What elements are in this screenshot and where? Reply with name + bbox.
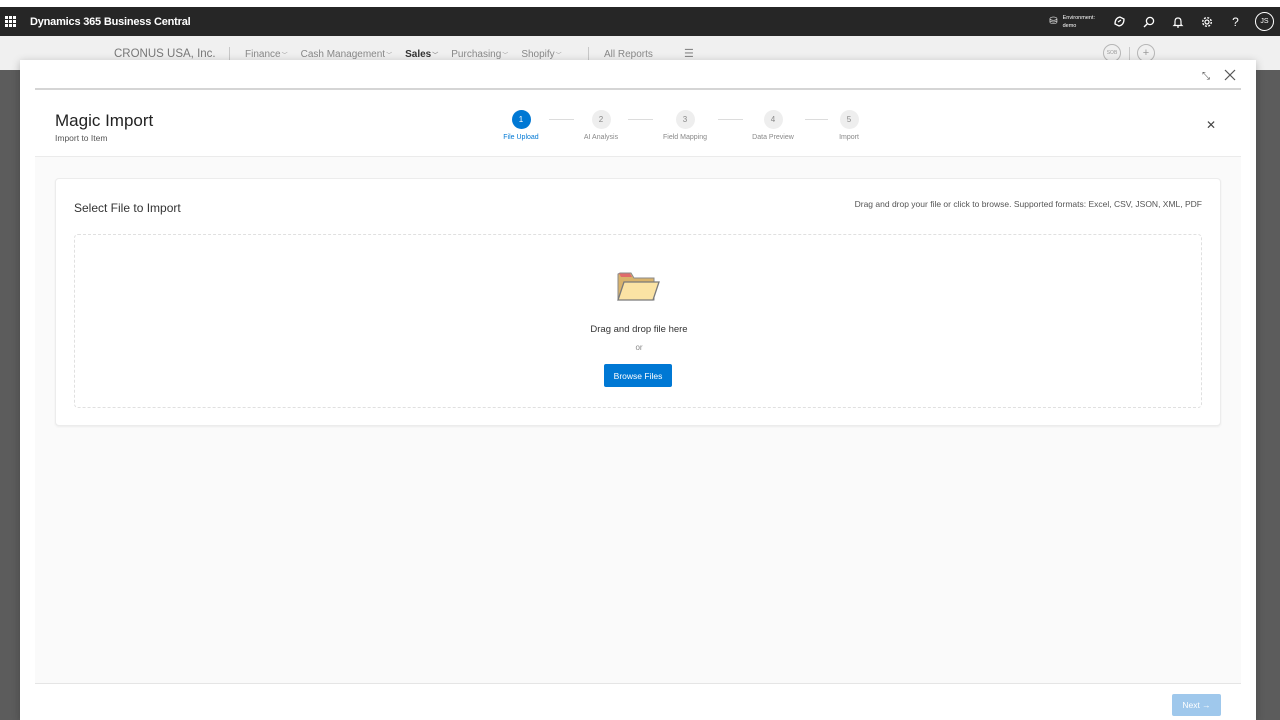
nav-item-purchasing[interactable]: Purchasing﹀ (451, 49, 508, 60)
app-launcher-icon[interactable] (5, 16, 16, 27)
step-label: Import (839, 134, 859, 141)
supported-formats-hint: Drag and drop your file or click to brow… (854, 199, 1202, 209)
nav-separator (1129, 47, 1130, 61)
or-separator: or (635, 343, 643, 352)
environment-indicator[interactable]: ⛁ Environment: demo (1049, 14, 1095, 30)
nav-menu: Finance﹀ Cash Management﹀ Sales﹀ Purchas… (245, 49, 575, 60)
page-title: Magic Import (55, 111, 154, 130)
step-ai-analysis[interactable]: 2 AI Analysis (561, 110, 641, 141)
environment-icon: ⛁ (1049, 16, 1058, 27)
chevron-down-icon: ﹀ (502, 53, 509, 59)
top-strip (0, 0, 1280, 7)
copilot-icon[interactable] (1105, 7, 1134, 36)
step-import[interactable]: 5 Import (809, 110, 889, 141)
nav-item-finance[interactable]: Finance﹀ (245, 49, 288, 60)
gear-icon[interactable] (1192, 7, 1221, 36)
company-name[interactable]: CRONUS USA, Inc. (114, 48, 216, 60)
page-subtitle: Import to Item (55, 133, 108, 143)
next-button[interactable]: Next → (1172, 694, 1221, 716)
card-title: Select File to Import (74, 201, 181, 215)
magic-import-dialog: ⤡ Magic Import Import to Item 1 File Upl… (20, 60, 1256, 720)
bell-icon[interactable] (1163, 7, 1192, 36)
close-wizard-icon[interactable]: ✕ (1206, 118, 1216, 132)
footer-divider (35, 683, 1241, 684)
browse-files-button[interactable]: Browse Files (604, 364, 672, 387)
app-name[interactable]: Dynamics 365 Business Central (30, 16, 191, 28)
collapse-icon[interactable]: ⤡ (1202, 71, 1210, 82)
close-dialog-icon[interactable] (1224, 69, 1236, 84)
file-dropzone[interactable]: Drag and drop file here or Browse Files (74, 234, 1202, 408)
step-label: Data Preview (752, 134, 794, 141)
step-number: 3 (675, 110, 695, 129)
chevron-down-icon: ﹀ (386, 53, 393, 59)
chevron-down-icon: ﹀ (555, 53, 562, 59)
step-number: 2 (591, 110, 611, 129)
avatar[interactable]: JS (1255, 12, 1274, 31)
all-reports-link[interactable]: All Reports (604, 49, 653, 60)
app-bar: Dynamics 365 Business Central ⛁ Environm… (0, 7, 1280, 36)
environment-label: Environment: (1062, 14, 1095, 21)
search-icon[interactable] (1134, 7, 1163, 36)
step-field-mapping[interactable]: 3 Field Mapping (645, 110, 725, 141)
step-label: File Upload (503, 134, 539, 141)
environment-value: demo (1062, 22, 1077, 29)
hamburger-icon[interactable]: ☰ (684, 47, 694, 60)
nav-item-shopify[interactable]: Shopify﹀ (521, 49, 561, 60)
folder-icon (617, 272, 660, 301)
step-number: 1 (511, 110, 531, 129)
import-wizard: Magic Import Import to Item 1 File Uploa… (35, 90, 1241, 684)
nav-item-sales[interactable]: Sales﹀ (405, 49, 438, 60)
drop-instructions: Drag and drop file here (590, 324, 688, 335)
file-select-card: Select File to Import Drag and drop your… (55, 178, 1221, 426)
step-file-upload[interactable]: 1 File Upload (481, 110, 561, 141)
wizard-header: Magic Import Import to Item 1 File Uploa… (35, 90, 1241, 157)
help-icon[interactable]: ? (1221, 7, 1250, 36)
chevron-down-icon: ﹀ (432, 53, 439, 59)
step-label: Field Mapping (663, 134, 707, 141)
step-number: 4 (763, 110, 783, 129)
chevron-down-icon: ﹀ (281, 53, 288, 59)
nav-item-cash-management[interactable]: Cash Management﹀ (301, 49, 393, 60)
step-data-preview[interactable]: 4 Data Preview (733, 110, 813, 141)
app-bar-actions: ⛁ Environment: demo ? JS (1049, 7, 1274, 36)
step-number: 5 (839, 110, 859, 129)
step-label: AI Analysis (583, 134, 619, 141)
